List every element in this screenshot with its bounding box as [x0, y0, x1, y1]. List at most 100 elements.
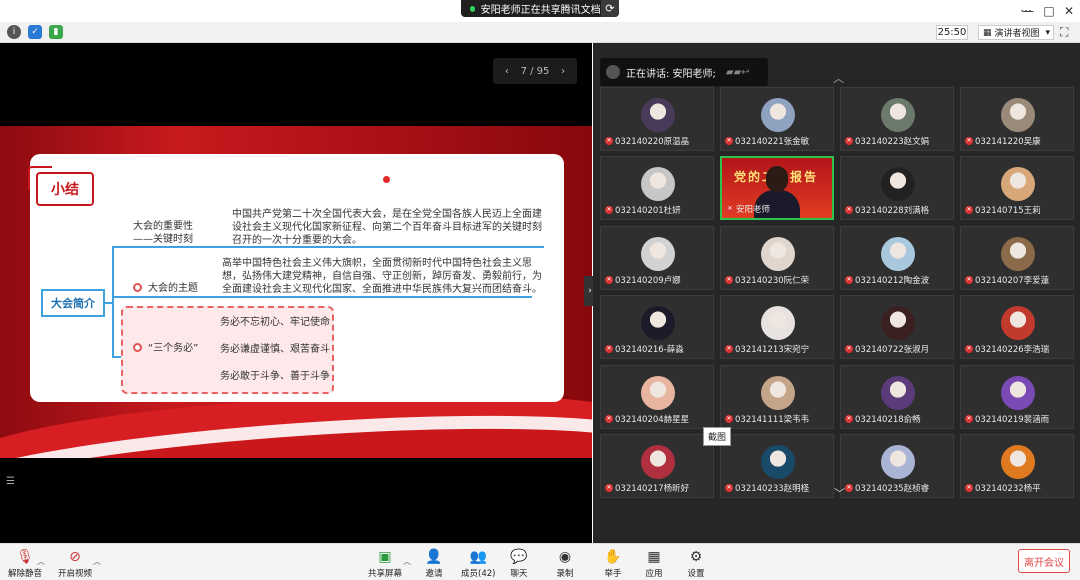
participant-name-label: 032140722张淑月	[855, 345, 930, 355]
participant-tile[interactable]: ✕ 032140216-薛淼	[600, 295, 714, 359]
fullscreen-icon[interactable]: ⛶	[1060, 25, 1075, 40]
must-item: 务必不忘初心、牢记使命	[220, 317, 330, 328]
raise-hand-button[interactable]: ✋ 举手	[603, 547, 623, 579]
live-dot-icon	[470, 5, 475, 12]
pointer-dot	[383, 176, 390, 183]
mic-off-icon: ✕	[965, 276, 973, 284]
settings-button[interactable]: ⚙ 设置	[686, 547, 706, 579]
maximize-button[interactable]: □	[1040, 2, 1058, 20]
mic-off-icon: 🎙	[16, 549, 34, 565]
participant-tile[interactable]: 党的二十报告✕安阳老师	[720, 156, 834, 220]
participant-name: ✕ 032140226李浩瑞	[965, 343, 1049, 355]
menu-icon[interactable]: ☰	[6, 476, 15, 487]
slide-pager[interactable]: ‹ 7 / 95 ›	[493, 58, 577, 84]
participant-name-label: 032140207李爱蓮	[975, 276, 1050, 286]
unmute-label: 解除静音	[8, 569, 43, 579]
slide-counter: 7 / 95	[520, 65, 550, 77]
mic-off-icon: ✕	[845, 345, 853, 353]
prev-slide-icon[interactable]: ‹	[505, 66, 509, 77]
participant-tile[interactable]: ✕ 032140220原温晶	[600, 87, 714, 151]
participant-tile[interactable]: ✕ 032140201杜妍	[600, 156, 714, 220]
chevron-up-icon[interactable]: ︿	[93, 556, 101, 567]
participant-name-label: 032140226李浩瑞	[975, 345, 1050, 355]
participant-tile[interactable]: ✕ 032140235赵桢睿	[840, 434, 954, 498]
participant-tile[interactable]: ✕ 032140223赵文娟	[840, 87, 954, 151]
bullet-icon	[133, 343, 142, 352]
invite-button[interactable]: 👤 邀请	[424, 547, 444, 579]
mic-off-icon: ✕	[605, 206, 613, 214]
shield-icon[interactable]: ✓	[28, 25, 42, 39]
participant-tile[interactable]: ✕ 032141111梁韦韦	[720, 365, 834, 429]
mic-off-icon: ✕	[845, 206, 853, 214]
participant-tile[interactable]: ✕ 032140226李浩瑞	[960, 295, 1074, 359]
minimize-button[interactable]: —	[1019, 2, 1037, 20]
close-button[interactable]: ✕	[1060, 2, 1078, 20]
meeting-timer: 25:50	[936, 25, 968, 40]
participant-tile[interactable]: ✕ 032140228刘满格	[840, 156, 954, 220]
avatar	[641, 306, 675, 340]
participant-tile[interactable]: ✕ 032140218俞畅	[840, 365, 954, 429]
chevron-up-icon[interactable]: ︿	[37, 556, 45, 567]
participant-tile[interactable]: ✕ 032140204赫星星	[600, 365, 714, 429]
must-item: 务必谦虚谨慎、艰苦奋斗	[220, 344, 330, 355]
avatar	[881, 445, 915, 479]
leave-meeting-button[interactable]: 离开会议	[1018, 549, 1070, 573]
settings-label: 设置	[687, 569, 705, 579]
next-slide-icon[interactable]: ›	[561, 66, 565, 77]
participant-name-label: 032140233赵明柽	[735, 484, 810, 494]
participant-tile[interactable]: ✕ 032140232杨平	[960, 434, 1074, 498]
chevron-down-icon: ▾	[1045, 27, 1050, 38]
participant-tile[interactable]: ✕ 032140209卢娜	[600, 226, 714, 290]
apps-icon: ▦	[647, 549, 661, 565]
record-button[interactable]: ◉ 录制	[555, 547, 575, 579]
participant-name: ✕ 032140220原温晶	[605, 135, 689, 147]
chevron-down-icon[interactable]: ﹀	[834, 485, 845, 501]
switch-icon[interactable]: ⟳	[600, 0, 619, 17]
participant-name-label: 032141111梁韦韦	[735, 415, 810, 425]
participant-tile[interactable]: ✕ 032140230阮仁荣	[720, 226, 834, 290]
avatar	[761, 237, 795, 271]
avatar	[761, 376, 795, 410]
intro-node: 大会简介	[41, 289, 105, 317]
participant-name-label: 032140219裴涵雨	[975, 415, 1050, 425]
chevron-up-icon[interactable]: ︿	[403, 556, 411, 567]
invite-icon: 👤	[425, 549, 443, 565]
participant-tile[interactable]: ✕ 032140219裴涵雨	[960, 365, 1074, 429]
participant-name-label: 032141213宋宛宁	[735, 345, 810, 355]
mic-off-icon: ✕	[605, 484, 613, 492]
participant-tile[interactable]: ✕ 032140212陶金波	[840, 226, 954, 290]
share-screen-button[interactable]: ▣ 共享屏幕	[368, 547, 402, 579]
participant-tile[interactable]: ✕ 032141220吴康	[960, 87, 1074, 151]
chevron-up-icon[interactable]: ︿	[833, 70, 844, 86]
participant-tile[interactable]: ✕ 032140221张金敏	[720, 87, 834, 151]
participant-name: ✕ 032140235赵桢睿	[845, 482, 929, 494]
avatar	[761, 445, 795, 479]
participant-tile[interactable]: ✕ 032140217杨昕好	[600, 434, 714, 498]
chat-button[interactable]: 💬 聊天	[509, 547, 529, 579]
participant-tile[interactable]: ✕ 032141213宋宛宁	[720, 295, 834, 359]
grid-icon: ▦	[983, 27, 992, 38]
members-button[interactable]: 👥 成员(42)	[461, 547, 495, 579]
apps-button[interactable]: ▦ 应用	[644, 547, 664, 579]
gear-icon: ⚙	[689, 549, 703, 565]
participant-name: ✕ 032140223赵文娟	[845, 135, 929, 147]
tooltip: 截图	[703, 427, 732, 446]
participant-tile[interactable]: ✕ 032140715王莉	[960, 156, 1074, 220]
participant-tile[interactable]: ✕ 032140207李爱蓮	[960, 226, 1074, 290]
participant-name: ✕ 032140218俞畅	[845, 413, 921, 425]
mic-off-icon: ✕	[725, 276, 733, 284]
view-mode-button[interactable]: ▦ 演讲者视图 ▾	[978, 25, 1054, 40]
participant-name: ✕ 032140217杨昕好	[605, 482, 689, 494]
avatar	[1001, 445, 1035, 479]
participant-tile[interactable]: ✕ 032140722张淑月	[840, 295, 954, 359]
info-icon[interactable]: i	[7, 25, 21, 39]
mic-off-icon: ✕	[965, 206, 973, 214]
video-button[interactable]: ⊘ 开启视频	[58, 547, 92, 579]
members-icon: 👥	[469, 549, 487, 565]
participant-tile[interactable]: ✕ 032140233赵明柽	[720, 434, 834, 498]
participant-name: ✕ 032140219裴涵雨	[965, 413, 1049, 425]
mic-off-icon: ✕	[726, 205, 734, 213]
record-icon: ◉	[558, 549, 572, 565]
must-item: 务必敢于斗争、善于斗争	[220, 371, 330, 382]
signal-icon[interactable]: ▮	[49, 25, 63, 39]
